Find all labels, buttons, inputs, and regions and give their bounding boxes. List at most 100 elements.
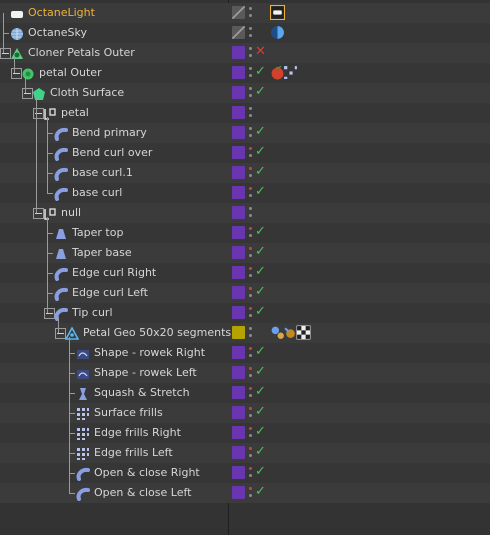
editor-visibility-dot[interactable] [249,427,252,430]
layer-color-swatch[interactable] [232,6,245,19]
enabled-check-icon[interactable]: ✓ [255,304,267,320]
object-name[interactable]: base curl [72,183,122,203]
object-row[interactable]: Shape - rowek Left ✓ [0,363,490,383]
layer-color-swatch[interactable] [232,26,245,39]
object-row[interactable]: OctaneSky [0,23,490,43]
object-name[interactable]: petal [61,103,89,123]
object-name[interactable]: Cloth Surface [50,83,124,103]
enabled-check-icon[interactable]: ✓ [255,464,267,480]
object-row[interactable]: Edge frills Left ✓ [0,443,490,463]
enabled-check-icon[interactable]: ✓ [255,344,267,360]
editor-visibility-dot[interactable] [249,447,252,450]
layer-color-swatch[interactable] [232,226,245,239]
object-name[interactable]: Squash & Stretch [94,383,190,403]
visibility-dots[interactable] [249,105,253,121]
visibility-dots[interactable] [249,485,253,501]
layer-color-swatch[interactable] [232,486,245,499]
render-visibility-dot[interactable] [249,394,252,397]
object-row[interactable]: base curl.1 ✓ [0,163,490,183]
enabled-check-icon[interactable]: ✓ [255,84,267,100]
visibility-dots[interactable] [249,445,253,461]
enabled-check-icon[interactable]: ✓ [255,144,267,160]
visibility-dots[interactable] [249,165,253,181]
object-row[interactable]: null [0,203,490,223]
layer-color-swatch[interactable] [232,46,245,59]
object-name[interactable]: Tip curl [72,303,113,323]
object-name[interactable]: Petal Geo 50x20 segments [83,323,231,343]
enabled-check-icon[interactable]: ✓ [255,404,267,420]
render-visibility-dot[interactable] [249,54,252,57]
octane-environment-tag-icon[interactable] [270,25,285,40]
layer-color-swatch[interactable] [232,406,245,419]
visibility-dots[interactable] [249,225,253,241]
visibility-dots[interactable] [249,325,253,341]
object-row[interactable]: Surface frills ✓ [0,403,490,423]
render-visibility-dot[interactable] [249,314,252,317]
object-name[interactable]: base curl.1 [72,163,133,183]
object-name[interactable]: Open & close Right [94,463,200,483]
enabled-check-icon[interactable]: ✓ [255,224,267,240]
enabled-check-icon[interactable]: ✓ [255,164,267,180]
visibility-dots[interactable] [249,65,253,81]
editor-visibility-dot[interactable] [249,367,252,370]
render-visibility-dot[interactable] [249,374,252,377]
visibility-dots[interactable] [249,245,253,261]
disabled-cross-icon[interactable]: ✕ [255,44,267,60]
object-row[interactable]: OctaneLight [0,3,490,23]
render-visibility-dot[interactable] [249,154,252,157]
enabled-check-icon[interactable]: ✓ [255,484,267,500]
object-name[interactable]: OctaneLight [28,3,95,23]
visibility-dots[interactable] [249,85,253,101]
editor-visibility-dot[interactable] [249,327,252,330]
layer-color-swatch[interactable] [232,106,245,119]
visibility-dots[interactable] [249,465,253,481]
object-name[interactable]: Taper top [72,223,123,243]
layer-color-swatch[interactable] [232,266,245,279]
enabled-check-icon[interactable]: ✓ [255,244,267,260]
visibility-dots[interactable] [249,305,253,321]
editor-visibility-dot[interactable] [249,187,252,190]
object-row[interactable]: Cloth Surface ✓ [0,83,490,103]
render-visibility-dot[interactable] [249,194,252,197]
object-row[interactable]: petal Outer ✓ [0,63,490,83]
enabled-check-icon[interactable]: ✓ [255,124,267,140]
enabled-check-icon[interactable]: ✓ [255,364,267,380]
layer-color-swatch[interactable] [232,126,245,139]
object-row[interactable]: Shape - rowek Right ✓ [0,343,490,363]
render-visibility-dot[interactable] [249,134,252,137]
object-name[interactable]: Open & close Left [94,483,191,503]
enabled-check-icon[interactable]: ✓ [255,284,267,300]
editor-visibility-dot[interactable] [249,207,252,210]
render-visibility-dot[interactable] [249,94,252,97]
enabled-check-icon[interactable]: ✓ [255,64,267,80]
layer-color-swatch[interactable] [232,66,245,79]
octane-light-tag-icon[interactable] [270,5,285,20]
object-name[interactable]: Bend primary [72,123,147,143]
visibility-dots[interactable] [249,205,253,221]
visibility-dots[interactable] [249,425,253,441]
editor-visibility-dot[interactable] [249,67,252,70]
layer-color-swatch[interactable] [232,386,245,399]
render-visibility-dot[interactable] [249,494,252,497]
render-visibility-dot[interactable] [249,274,252,277]
layer-color-swatch[interactable] [232,246,245,259]
enabled-check-icon[interactable]: ✓ [255,384,267,400]
visibility-dots[interactable] [249,405,253,421]
editor-visibility-dot[interactable] [249,27,252,30]
layer-color-swatch[interactable] [232,166,245,179]
object-row[interactable]: Cloner Petals Outer ✕ [0,43,490,63]
object-row[interactable]: Taper top ✓ [0,223,490,243]
layer-color-swatch[interactable] [232,346,245,359]
editor-visibility-dot[interactable] [249,167,252,170]
render-visibility-dot[interactable] [249,334,252,337]
visibility-dots[interactable] [249,185,253,201]
object-name[interactable]: Edge curl Left [72,283,148,303]
polygon-selection-tag-icon[interactable] [283,65,298,80]
layer-color-swatch[interactable] [232,186,245,199]
editor-visibility-dot[interactable] [249,7,252,10]
object-name[interactable]: Bend curl over [72,143,152,163]
object-name[interactable]: Edge frills Right [94,423,181,443]
visibility-dots[interactable] [249,345,253,361]
editor-visibility-dot[interactable] [249,87,252,90]
object-row[interactable]: Tip curl ✓ [0,303,490,323]
